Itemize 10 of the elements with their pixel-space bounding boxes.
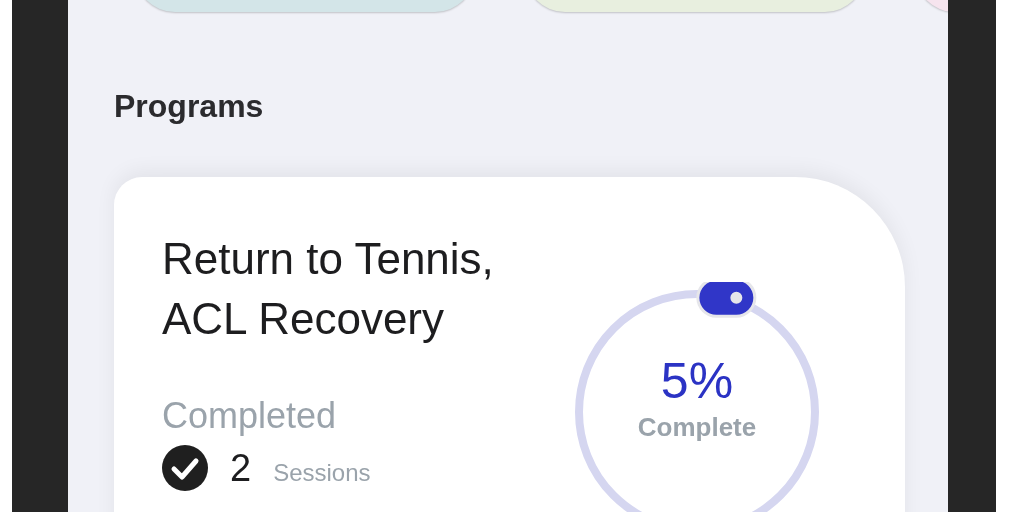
- check-circle-icon: [162, 445, 208, 491]
- session-unit: Sessions: [273, 459, 371, 487]
- progress-percent: 5%: [660, 352, 734, 410]
- section-title: Programs: [114, 88, 265, 125]
- completed-label: Completed: [162, 395, 338, 437]
- program-card[interactable]: Return to Tennis, ACL Recovery Completed 2 Sessions 5% Complete: [114, 177, 905, 512]
- progress-caption: Complete: [637, 412, 757, 443]
- progress-knob[interactable]: [699, 282, 754, 315]
- program-title: Return to Tennis, ACL Recovery: [162, 233, 495, 345]
- session-count: 2: [230, 446, 252, 490]
